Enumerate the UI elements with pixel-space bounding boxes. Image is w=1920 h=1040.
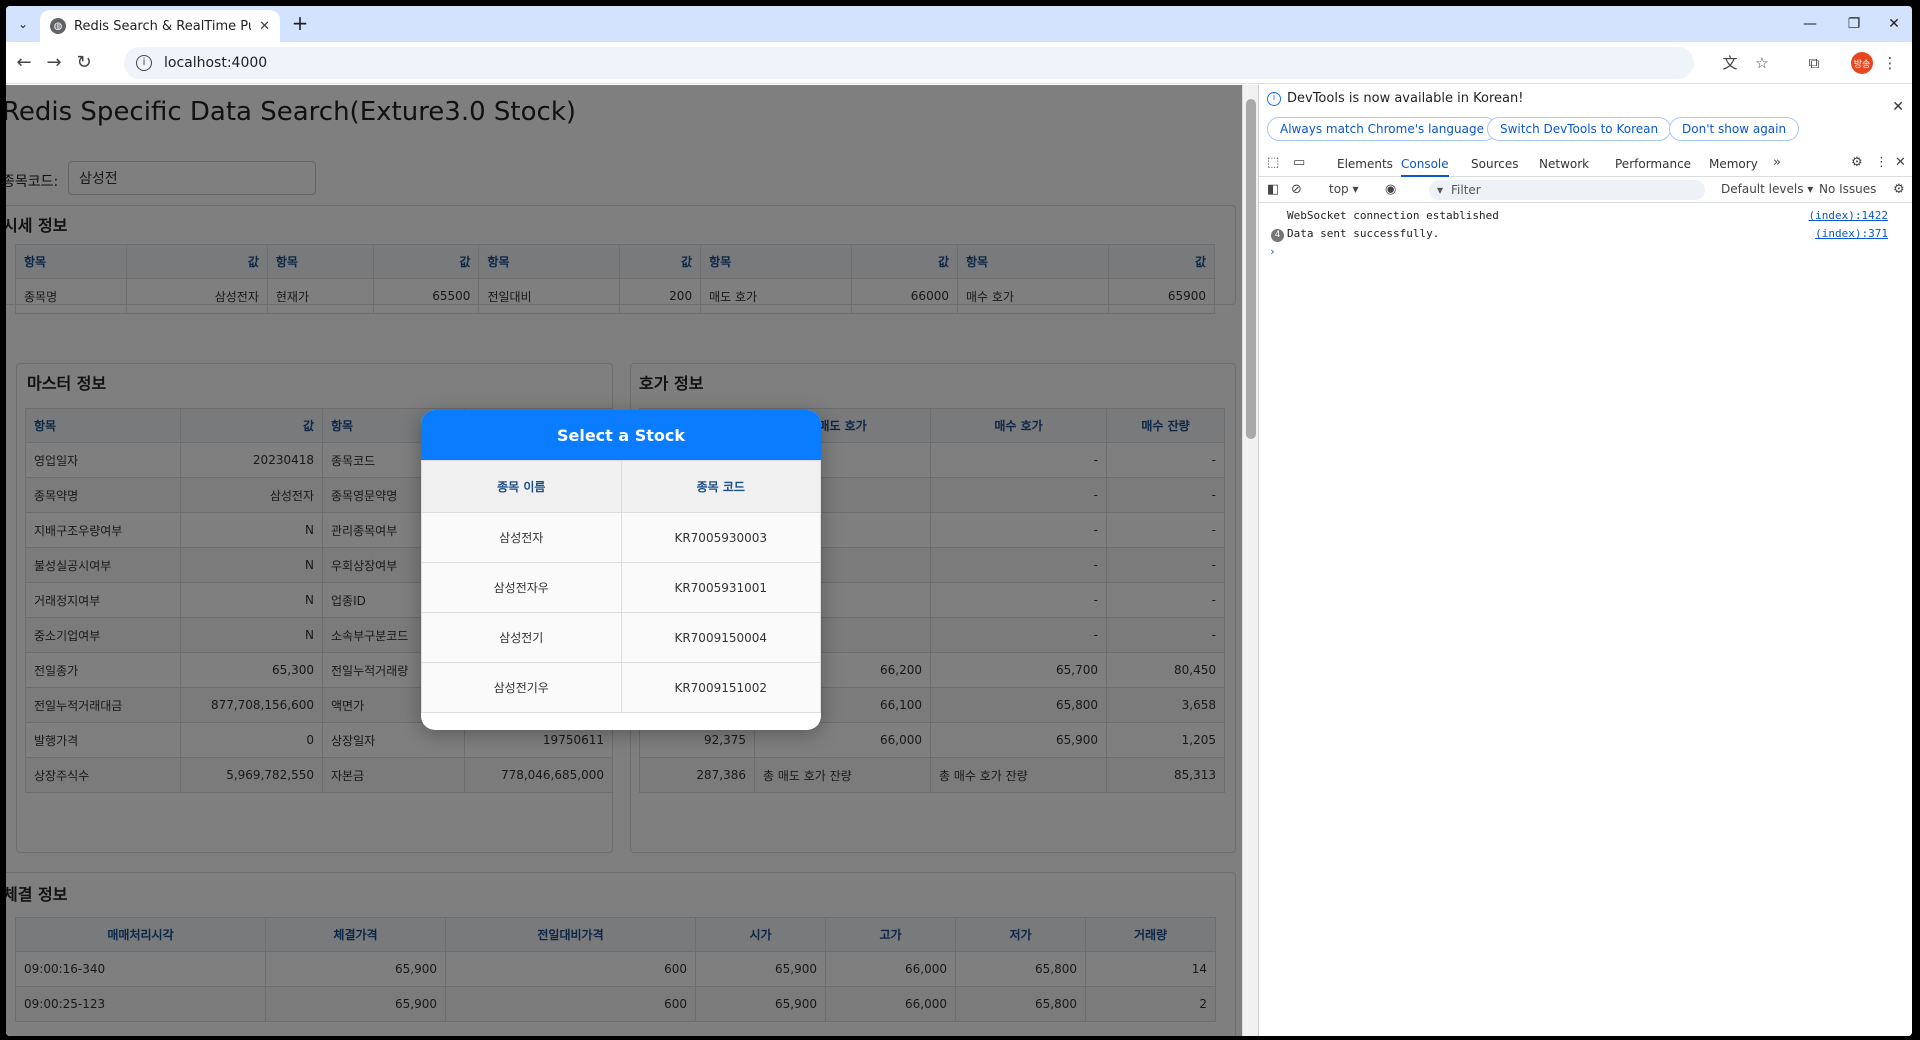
inspect-element-icon[interactable]: ⬚ [1267,155,1279,170]
log-source-link[interactable]: (index):371 [1815,227,1888,240]
log-levels-dropdown[interactable]: Default levels ▾ [1721,182,1813,196]
settings-gear-icon[interactable]: ⚙ [1851,155,1863,170]
scrollbar-thumb[interactable] [1246,99,1256,439]
stock-name-cell: 삼성전기 [421,612,622,663]
tab-elements[interactable]: Elements [1337,151,1393,177]
tab-console[interactable]: Console [1401,151,1449,177]
tab-strip: ⌄ ◍ Redis Search & RealTime Push ✕ + — ❐… [6,6,1912,42]
context-selector[interactable]: top ▾ [1329,182,1359,196]
address-bar[interactable]: i localhost:4000 [124,47,1694,79]
banner-message: DevTools is now available in Korean! [1287,91,1524,106]
tab-close-icon[interactable]: ✕ [259,19,270,34]
column-header: 종목 코드 [620,460,821,513]
console-settings-gear-icon[interactable]: ⚙ [1893,182,1905,197]
tab-memory[interactable]: Memory [1709,151,1758,177]
log-message: WebSocket connection established [1287,209,1499,222]
profile-avatar[interactable]: 방송 [1851,52,1873,74]
bookmark-star-icon[interactable]: ☆ [1752,53,1772,73]
repeat-count-badge: 4 [1271,227,1288,242]
dont-show-again-button[interactable]: Don't show again [1669,117,1800,141]
translate-icon[interactable]: 文 [1720,53,1740,73]
devtools-panel: i DevTools is now available in Korean! A… [1258,85,1912,1036]
filter-funnel-icon: ▾ [1437,183,1444,197]
column-header: 종목 이름 [421,460,622,513]
page-viewport: Redis Specific Data Search(Exture3.0 Sto… [6,85,1242,1036]
clear-console-icon[interactable]: ⊘ [1291,182,1302,197]
filter-placeholder: Filter [1451,183,1481,197]
console-log-line: WebSocket connection established (index)… [1259,209,1912,227]
stock-name-cell: 삼성전자 [421,512,622,563]
new-tab-plus-icon[interactable]: + [288,12,312,36]
stock-option-row[interactable]: 삼성전자우 KR7005931001 [421,562,821,613]
window-close-icon[interactable]: ✕ [1880,12,1908,36]
console-toolbar: ◧ ⊘ top ▾ ◉ ▾ Filter Default levels ▾ No… [1259,177,1912,203]
log-source-link[interactable]: (index):1422 [1809,209,1888,222]
minimize-icon[interactable]: — [1796,12,1824,36]
site-info-icon[interactable]: i [136,55,152,71]
banner-close-icon[interactable]: ✕ [1892,99,1904,115]
stock-code-cell: KR7009151002 [620,662,821,713]
console-prompt-chevron-icon[interactable]: › [1269,245,1912,263]
modal-title: Select a Stock [421,410,821,460]
stock-name-cell: 삼성전기우 [421,662,622,713]
stock-code-cell: KR7005931001 [620,562,821,613]
stock-select-modal: Select a Stock 종목 이름 종목 코드 삼성전자 KR70059300… [421,410,821,730]
more-tabs-chevron-icon[interactable]: » [1773,155,1781,170]
issues-counter[interactable]: No Issues [1819,182,1876,196]
tab-title: Redis Search & RealTime Push [74,18,251,34]
stock-option-row[interactable]: 삼성전기우 KR7009151002 [421,662,821,713]
menu-kebab-icon[interactable]: ⋮ [1880,53,1900,73]
stock-code-cell: KR7005930003 [620,512,821,563]
log-levels-value: Default levels [1721,182,1804,196]
console-log-line: 4 Data sent successfully. (index):371 [1259,227,1912,245]
extensions-puzzle-icon[interactable]: ⧉ [1804,53,1824,73]
browser-tab[interactable]: ◍ Redis Search & RealTime Push ✕ [40,10,280,42]
forward-arrow-icon[interactable]: → [42,51,66,75]
info-icon: i [1267,91,1281,106]
tab-sources[interactable]: Sources [1471,151,1518,177]
always-match-language-button[interactable]: Always match Chrome's language [1267,117,1497,141]
device-toolbar-icon[interactable]: ▭ [1293,155,1305,170]
reload-icon[interactable]: ↻ [72,51,96,75]
back-arrow-icon[interactable]: ← [12,51,36,75]
devtools-language-banner: i DevTools is now available in Korean! A… [1259,85,1912,147]
devtools-tabs: ⬚ ▭ Elements Console Sources Network Per… [1259,151,1912,177]
stock-option-row[interactable]: 삼성전기 KR7009150004 [421,612,821,663]
tab-performance[interactable]: Performance [1615,151,1691,177]
stock-option-row[interactable]: 삼성전자 KR7005930003 [421,512,821,563]
log-message: Data sent successfully. [1287,227,1440,240]
tab-search-chevron-icon[interactable]: ⌄ [12,13,34,35]
stock-list-table: 종목 이름 종목 코드 삼성전자 KR7005930003 삼성전자우 KR700593… [421,460,821,713]
page-scrollbar[interactable] [1242,85,1258,1036]
stock-code-cell: KR7009150004 [620,612,821,663]
console-filter-input[interactable]: ▾ Filter [1429,180,1705,200]
devtools-close-icon[interactable]: ✕ [1895,155,1906,170]
browser-window: ⌄ ◍ Redis Search & RealTime Push ✕ + — ❐… [6,6,1912,1036]
live-expression-eye-icon[interactable]: ◉ [1385,182,1396,197]
url-text: localhost:4000 [164,55,268,71]
restore-icon[interactable]: ❐ [1840,12,1868,36]
sidebar-toggle-icon[interactable]: ◧ [1267,182,1279,197]
globe-icon: ◍ [50,18,66,34]
devtools-menu-kebab-icon[interactable]: ⋮ [1875,155,1888,170]
switch-to-korean-button[interactable]: Switch DevTools to Korean [1487,117,1672,141]
browser-toolbar: ← → ↻ i localhost:4000 文 ☆ ⧉ 방송 ⋮ [6,42,1912,84]
stock-name-cell: 삼성전자우 [421,562,622,613]
tab-network[interactable]: Network [1539,151,1589,177]
context-value: top [1329,182,1349,196]
